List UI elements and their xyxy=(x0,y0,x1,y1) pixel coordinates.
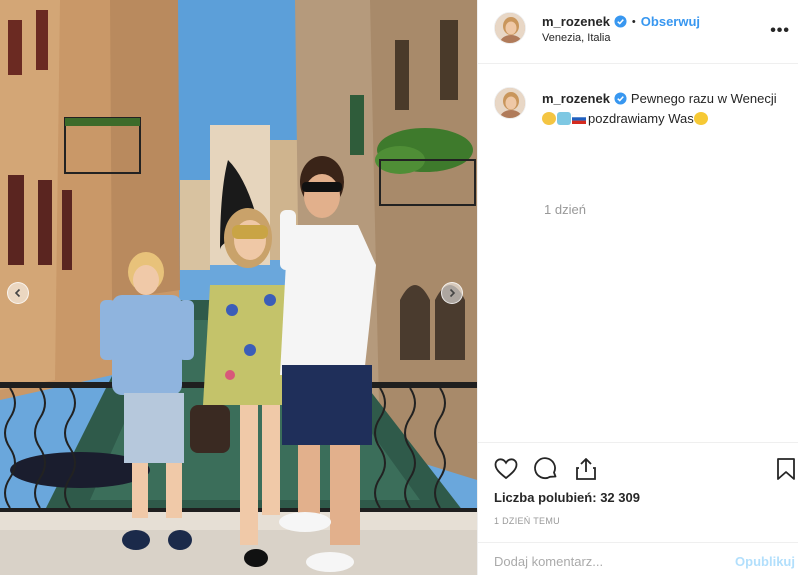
author-avatar[interactable] xyxy=(494,12,526,44)
heart-icon[interactable] xyxy=(493,456,519,482)
action-section: Liczba polubień: 32 309 1 DZIEŃ TEMU Opu… xyxy=(478,442,798,575)
comment-input[interactable] xyxy=(494,554,714,569)
verified-badge-icon xyxy=(614,15,627,28)
caption-time[interactable]: 1 dzień xyxy=(544,202,586,217)
likes-count[interactable]: Liczba polubień: 32 309 xyxy=(494,490,640,505)
caption-text: m_rozenek Pewnego razu w Wenecji pozdrawi… xyxy=(542,89,782,129)
post-comment-button[interactable]: Opublikuj xyxy=(735,554,795,569)
caption-text-part2: pozdrawiamy Was xyxy=(588,111,694,126)
russia-flag-emoji xyxy=(571,110,587,124)
post-header: m_rozenek • Obserwuj Venezia, Italia ••• xyxy=(478,0,798,64)
post-timestamp[interactable]: 1 DZIEŃ TEMU xyxy=(494,516,560,526)
avatar-image xyxy=(495,88,525,118)
separator-dot: • xyxy=(631,15,636,28)
likes-label: Liczba polubień: xyxy=(494,490,597,505)
person-blonde-emoji xyxy=(542,112,556,125)
comment-icon[interactable] xyxy=(533,456,559,482)
share-icon[interactable] xyxy=(573,456,599,482)
avatar-image xyxy=(495,13,525,43)
caption-author-avatar[interactable] xyxy=(494,87,526,119)
chevron-left-icon xyxy=(14,288,21,298)
verified-badge-icon xyxy=(614,92,627,105)
post-photo[interactable] xyxy=(0,0,477,575)
caption-username[interactable]: m_rozenek xyxy=(542,91,610,106)
venice-photo-illustration xyxy=(0,0,477,575)
author-username[interactable]: m_rozenek xyxy=(542,14,610,29)
carousel-prev-button[interactable] xyxy=(7,282,29,304)
bookmark-icon[interactable] xyxy=(773,456,798,482)
caption-area: m_rozenek Pewnego razu w Wenecji pozdrawi… xyxy=(478,64,798,442)
carousel-next-button[interactable] xyxy=(441,282,463,304)
author-line: m_rozenek • Obserwuj xyxy=(542,14,700,29)
add-comment-bar: Opublikuj xyxy=(478,542,798,575)
chevron-right-icon xyxy=(449,288,456,298)
likes-number: 32 309 xyxy=(600,490,640,505)
more-options-button[interactable]: ••• xyxy=(770,22,790,40)
mask-emoji xyxy=(557,112,571,125)
astonished-face-emoji xyxy=(693,112,708,125)
post-side-panel: m_rozenek • Obserwuj Venezia, Italia •••… xyxy=(477,0,798,575)
follow-button[interactable]: Obserwuj xyxy=(641,14,700,29)
location-link[interactable]: Venezia, Italia xyxy=(542,32,611,44)
caption-text-part1: Pewnego razu w Wenecji xyxy=(630,91,777,106)
